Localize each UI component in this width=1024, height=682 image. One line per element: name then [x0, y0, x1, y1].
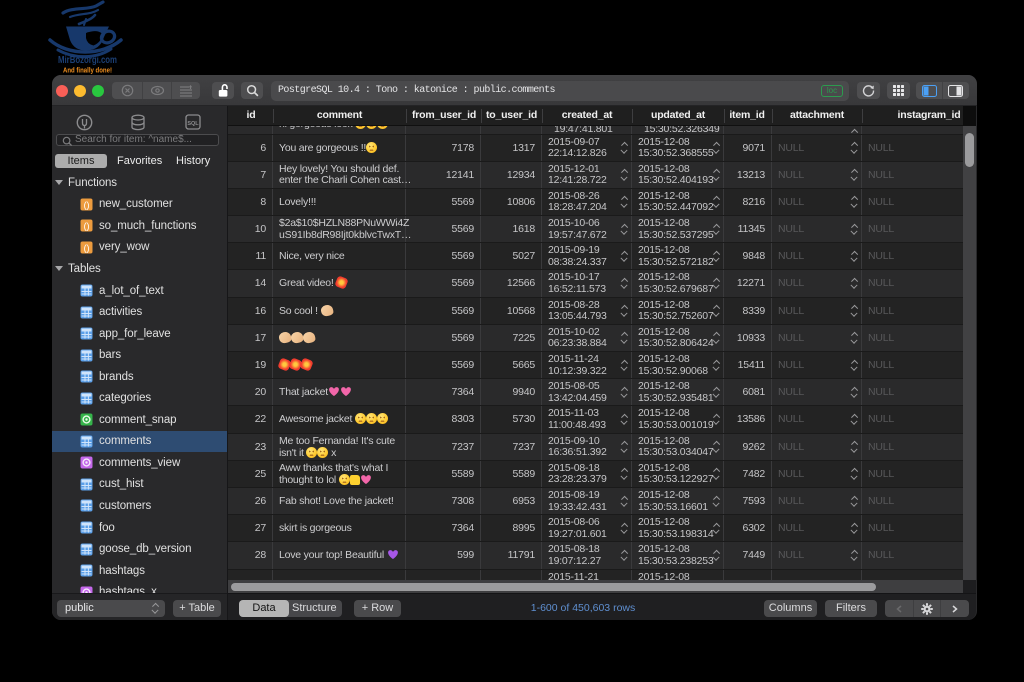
svg-text:(): () [84, 243, 90, 253]
svg-text:(): () [84, 221, 90, 231]
svg-text:MirBozorgi.com: MirBozorgi.com [58, 54, 117, 66]
svg-text:(): () [84, 200, 90, 210]
svg-text:SQL: SQL [187, 121, 199, 127]
svg-text:And finally done!: And finally done! [63, 66, 112, 75]
